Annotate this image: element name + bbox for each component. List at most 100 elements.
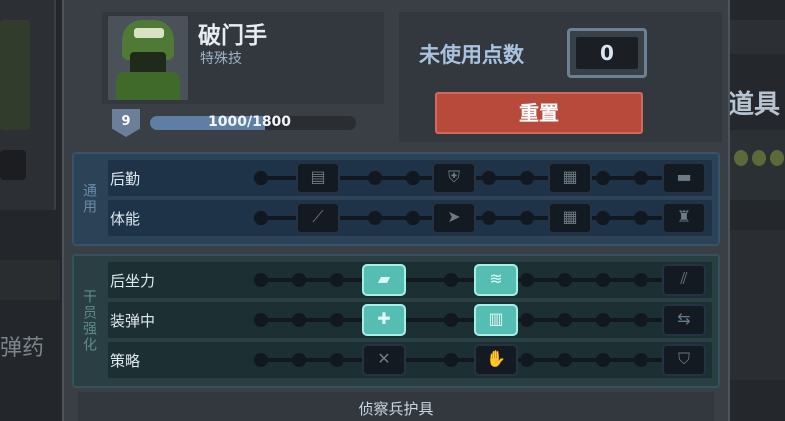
skill-row-label: 装弹中 xyxy=(110,312,156,330)
level-badge: 9 xyxy=(112,109,140,137)
tools-icon: ✕ xyxy=(377,349,391,368)
skill-node[interactable] xyxy=(292,353,306,367)
supply-crate-perk[interactable]: ▦ xyxy=(548,162,592,194)
magazine-icon: ▥ xyxy=(488,309,504,328)
quick-reload-icon: ⇆ xyxy=(677,309,691,328)
skill-node[interactable] xyxy=(634,353,648,367)
shield-icon: ⛉ xyxy=(677,349,690,368)
skill-node[interactable] xyxy=(254,353,268,367)
skill-node[interactable] xyxy=(634,273,648,287)
skill-node[interactable] xyxy=(596,171,610,185)
bunk-icon: ▬ xyxy=(676,167,692,186)
skill-node[interactable] xyxy=(482,171,496,185)
ammo-belt-icon: ▤ xyxy=(310,167,326,186)
recoil-stabilizer-icon: ≋ xyxy=(489,269,503,288)
skill-node[interactable] xyxy=(596,273,610,287)
background-ammo-label: 弹药 xyxy=(0,336,45,361)
skill-node[interactable] xyxy=(406,211,420,225)
skill-node[interactable] xyxy=(558,313,572,327)
skill-node[interactable] xyxy=(520,211,534,225)
reload-plus-icon: ✚ xyxy=(377,309,391,328)
skill-node[interactable] xyxy=(292,273,306,287)
skill-node[interactable] xyxy=(406,171,420,185)
skill-node[interactable] xyxy=(444,353,458,367)
skill-node[interactable] xyxy=(634,313,648,327)
supply-crate-icon: ▦ xyxy=(562,167,578,186)
armor-plus-perk[interactable]: ⛨ xyxy=(432,162,476,194)
tools-perk[interactable]: ✕ xyxy=(362,344,406,376)
skill-node[interactable] xyxy=(520,171,534,185)
skill-node[interactable] xyxy=(444,273,458,287)
skill-node[interactable] xyxy=(634,211,648,225)
background-left-panel: 弹药 xyxy=(0,0,64,421)
skill-row-label: 后坐力 xyxy=(110,272,156,290)
skill-node[interactable] xyxy=(596,313,610,327)
knife-icon: ⟋ xyxy=(312,207,324,226)
reset-button[interactable]: 重置 xyxy=(435,92,643,134)
reload-plus-perk[interactable]: ✚ xyxy=(362,304,406,336)
knife-perk[interactable]: ⟋ xyxy=(296,202,340,234)
armor-plus-icon: ⛨ xyxy=(447,167,460,186)
speed-arrow-perk[interactable]: ➤ xyxy=(432,202,476,234)
bunk-perk[interactable]: ▬ xyxy=(662,162,706,194)
skill-node[interactable] xyxy=(254,211,268,225)
tally-marks-perk[interactable]: ⫽ xyxy=(662,264,706,296)
skill-node[interactable] xyxy=(254,171,268,185)
speed-arrow-icon: ➤ xyxy=(447,207,461,226)
stamina-perk[interactable]: ♜ xyxy=(662,202,706,234)
unused-points-value-frame: 0 xyxy=(567,28,647,78)
skill-node[interactable] xyxy=(330,273,344,287)
background-pill xyxy=(0,150,26,180)
skill-node[interactable] xyxy=(292,313,306,327)
general-skill-section: 通用 后勤 ▤ ⛨ ▦ ▬ 体能 ⟋ ➤ ▦ ♜ xyxy=(72,152,720,246)
unit-portrait xyxy=(108,16,188,100)
skill-node[interactable] xyxy=(520,353,534,367)
unused-points-value: 0 xyxy=(576,37,638,69)
skill-node[interactable] xyxy=(520,313,534,327)
skill-node[interactable] xyxy=(330,313,344,327)
skill-row-strategy: 策略 ✕ ✋ ⛉ xyxy=(108,342,712,378)
skill-node[interactable] xyxy=(634,171,648,185)
quick-reload-perk[interactable]: ⇆ xyxy=(662,304,706,336)
skill-node[interactable] xyxy=(520,273,534,287)
skill-node[interactable] xyxy=(558,353,572,367)
background-right-panel: 道具 xyxy=(726,0,785,421)
skill-node[interactable] xyxy=(254,273,268,287)
skill-points-box: 未使用点数 0 重置 xyxy=(399,12,722,142)
skill-node[interactable] xyxy=(368,171,382,185)
recoil-stabilizer-perk[interactable]: ≋ xyxy=(474,264,518,296)
grid-perk[interactable]: ▦ xyxy=(548,202,592,234)
magazine-perk[interactable]: ▥ xyxy=(474,304,518,336)
ammo-belt-perk[interactable]: ▤ xyxy=(296,162,340,194)
skill-tree-panel: 破门手 特殊技 9 1000/1800 未使用点数 0 重置 通用 后勤 ▤ ⛨ ▦… xyxy=(62,0,730,421)
general-section-tag: 通用 xyxy=(81,183,97,215)
xp-text: 1000/1800 xyxy=(208,114,292,130)
hand-perk[interactable]: ✋ xyxy=(474,344,518,376)
skill-node[interactable] xyxy=(254,313,268,327)
specialist-skill-section: 干员强化 后坐力 ▰ ≋ ⫽ 装弹中 ✚ ▥ ⇆ 策略 ✕ ✋ ⛉ xyxy=(72,254,720,388)
grenade-icon xyxy=(770,150,784,166)
skill-node[interactable] xyxy=(482,211,496,225)
skill-row-reloading: 装弹中 ✚ ▥ ⇆ xyxy=(108,302,712,338)
recoil-grip-perk[interactable]: ▰ xyxy=(362,264,406,296)
shield-perk[interactable]: ⛉ xyxy=(662,344,706,376)
unit-name: 破门手 xyxy=(198,23,267,49)
skill-row-recoil: 后坐力 ▰ ≋ ⫽ xyxy=(108,262,712,298)
equipment-footer: 侦察兵护具 xyxy=(78,392,714,421)
skill-node[interactable] xyxy=(330,353,344,367)
skill-node[interactable] xyxy=(596,211,610,225)
skill-row-logistics: 后勤 ▤ ⛨ ▦ ▬ xyxy=(108,160,712,196)
skill-node[interactable] xyxy=(596,353,610,367)
skill-row-label: 策略 xyxy=(110,352,141,370)
skill-node[interactable] xyxy=(368,211,382,225)
skill-node[interactable] xyxy=(558,273,572,287)
skill-row-label: 体能 xyxy=(110,210,141,228)
unit-info-box: 破门手 特殊技 xyxy=(102,12,384,104)
unused-points-label: 未使用点数 xyxy=(419,43,524,67)
unit-class: 特殊技 xyxy=(200,51,242,67)
background-weapon xyxy=(0,260,60,300)
background-bar xyxy=(726,20,785,54)
grid-icon: ▦ xyxy=(562,207,578,226)
recoil-grip-icon: ▰ xyxy=(377,269,391,288)
skill-node[interactable] xyxy=(444,313,458,327)
